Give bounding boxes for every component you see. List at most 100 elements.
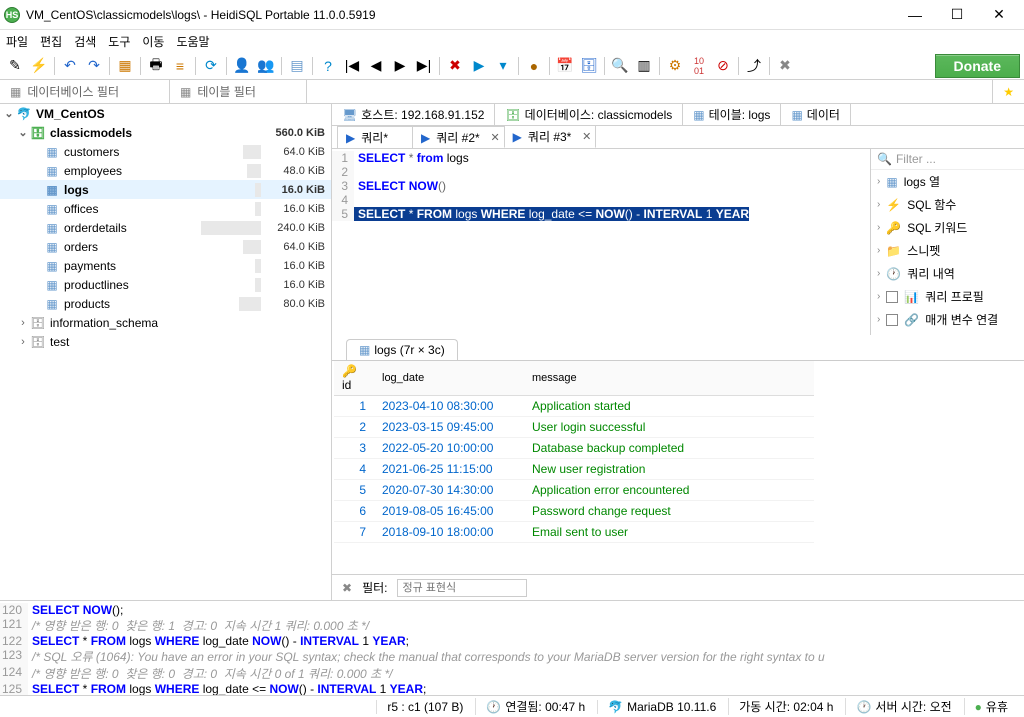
- result-row[interactable]: 42021-06-25 11:15:00New user registratio…: [334, 459, 814, 480]
- query-tab-1[interactable]: ▶쿼리*: [337, 126, 413, 148]
- menu-tools[interactable]: 도구: [108, 33, 130, 50]
- result-row[interactable]: 72018-09-10 18:00:00Email sent to user: [334, 522, 814, 543]
- calendar-icon[interactable]: 📅: [554, 55, 576, 77]
- prefs-icon[interactable]: ≡: [169, 55, 191, 77]
- toolbar: ✎ ⚡ ↶ ↷ ▦ 🖶 ≡ ⟳ 👤 👥 ▤ ? |◀ ◀ ▶ ▶| ✖ ▶ ▾ …: [0, 52, 1024, 80]
- prev-icon[interactable]: ◀: [365, 55, 387, 77]
- checkbox[interactable]: [886, 314, 898, 326]
- db-filter-tab[interactable]: ▦데이터베이스 필터: [0, 80, 170, 103]
- export-icon[interactable]: ⤴: [743, 55, 765, 77]
- stop-icon[interactable]: ⊘: [712, 55, 734, 77]
- pencil-icon[interactable]: ✎: [4, 55, 26, 77]
- table-icon: ▦: [44, 164, 60, 178]
- menu-goto[interactable]: 이동: [142, 33, 164, 50]
- query-tab-3[interactable]: ▶쿼리 #3*✕: [504, 125, 597, 148]
- redo-icon[interactable]: ↷: [83, 55, 105, 77]
- result-row[interactable]: 32022-05-20 10:00:00Database backup comp…: [334, 438, 814, 459]
- menu-search[interactable]: 검색: [74, 33, 96, 50]
- table-node[interactable]: ▦employees48.0 KiB: [0, 161, 331, 180]
- dot-icon[interactable]: ●: [523, 55, 545, 77]
- table-tab[interactable]: ▦테이블: logs: [683, 104, 781, 125]
- cursor-pos: r5 : c1 (107 B): [376, 700, 473, 714]
- rp-columns[interactable]: ›▦logs 열: [871, 170, 1024, 193]
- settings-icon[interactable]: ⚙: [664, 55, 686, 77]
- helper-filter[interactable]: 🔍Filter ...: [871, 149, 1024, 170]
- checkbox[interactable]: [886, 291, 898, 303]
- binary-icon[interactable]: 1001: [688, 55, 710, 77]
- database-node[interactable]: ⌄ 🗄 classicmodels 560.0 KiB: [0, 123, 331, 142]
- menu-file[interactable]: 파일: [6, 33, 28, 50]
- context-tabs: 🖥호스트: 192.168.91.152 🗄데이터베이스: classicmod…: [332, 104, 1024, 126]
- result-row[interactable]: 22023-03-15 09:45:00User login successfu…: [334, 417, 814, 438]
- minimize-button[interactable]: —: [894, 1, 936, 29]
- query-tab-2[interactable]: ▶쿼리 #2*✕: [412, 126, 505, 148]
- menu-edit[interactable]: 편집: [40, 33, 62, 50]
- undo-icon[interactable]: ↶: [59, 55, 81, 77]
- print-icon[interactable]: 🖶: [145, 55, 167, 77]
- users-icon[interactable]: 👥: [255, 55, 277, 77]
- database-tree[interactable]: ⌄ 🐬 VM_CentOS ⌄ 🗄 classicmodels 560.0 Ki…: [0, 104, 332, 600]
- filter-input[interactable]: [397, 579, 527, 597]
- rp-profile[interactable]: ›📊쿼리 프로필: [871, 285, 1024, 308]
- rp-keywords[interactable]: ›🔑SQL 키워드: [871, 216, 1024, 239]
- table-node[interactable]: ▦orders64.0 KiB: [0, 237, 331, 256]
- table-icon[interactable]: ▤: [286, 55, 308, 77]
- table-node[interactable]: ▦orderdetails240.0 KiB: [0, 218, 331, 237]
- db-icon[interactable]: 🗄: [578, 55, 600, 77]
- table-node[interactable]: ▦customers64.0 KiB: [0, 142, 331, 161]
- table-filter-tab[interactable]: ▦테이블 필터: [170, 80, 307, 103]
- rp-history[interactable]: ›🕐쿼리 내역: [871, 262, 1024, 285]
- columns-icon[interactable]: ▥: [633, 55, 655, 77]
- close-icon[interactable]: ✕: [490, 131, 499, 144]
- refresh-icon[interactable]: ⟳: [200, 55, 222, 77]
- first-icon[interactable]: |◀: [341, 55, 363, 77]
- table-icon: ▦: [359, 343, 370, 357]
- close-icon[interactable]: ✕: [582, 130, 591, 143]
- rp-params[interactable]: ›🔗매개 변수 연결: [871, 308, 1024, 331]
- cancel-icon[interactable]: ✖: [444, 55, 466, 77]
- data-tab[interactable]: ▦데이터: [781, 104, 850, 125]
- host-tab[interactable]: 🖥호스트: 192.168.91.152: [332, 104, 495, 125]
- result-row[interactable]: 12023-04-10 08:30:00Application started: [334, 396, 814, 417]
- rp-functions[interactable]: ›⚡SQL 함수: [871, 193, 1024, 216]
- table-node[interactable]: ▦offices16.0 KiB: [0, 199, 331, 218]
- help-icon[interactable]: ?: [317, 55, 339, 77]
- table-node[interactable]: ▦products80.0 KiB: [0, 294, 331, 313]
- result-tab-bar: ▦logs (7r × 3c): [332, 335, 1024, 360]
- last-icon[interactable]: ▶|: [413, 55, 435, 77]
- result-row[interactable]: 62019-08-05 16:45:00Password change requ…: [334, 501, 814, 522]
- server-node[interactable]: ⌄ 🐬 VM_CentOS: [0, 104, 331, 123]
- donate-button[interactable]: Donate: [935, 54, 1020, 78]
- rp-snippets[interactable]: ›📁스니펫: [871, 239, 1024, 262]
- table-icon: ▦: [693, 108, 704, 122]
- run-icon: ▶: [346, 131, 355, 145]
- layout-icon[interactable]: ▦: [114, 55, 136, 77]
- user-icon[interactable]: 👤: [231, 55, 253, 77]
- table-node[interactable]: ▦payments16.0 KiB: [0, 256, 331, 275]
- menu-help[interactable]: 도움말: [176, 33, 209, 50]
- favorite-icon[interactable]: ★: [992, 80, 1024, 103]
- maximize-button[interactable]: ☐: [936, 1, 978, 29]
- table-node[interactable]: ▦logs16.0 KiB: [0, 180, 331, 199]
- result-row[interactable]: 52020-07-30 14:30:00Application error en…: [334, 480, 814, 501]
- clear-icon[interactable]: ✖: [774, 55, 796, 77]
- test-node[interactable]: › 🗄 test: [0, 332, 331, 351]
- database-tab[interactable]: 🗄데이터베이스: classicmodels: [495, 104, 683, 125]
- result-grid[interactable]: 🔑 id log_date message 12023-04-10 08:30:…: [332, 360, 1024, 574]
- info-schema-node[interactable]: › 🗄 information_schema: [0, 313, 331, 332]
- clear-filter-icon[interactable]: ✖: [342, 581, 352, 595]
- close-button[interactable]: ✕: [978, 1, 1020, 29]
- lightning-icon[interactable]: ⚡: [28, 55, 50, 77]
- next-icon[interactable]: ▶: [389, 55, 411, 77]
- run-drop-icon[interactable]: ▾: [492, 55, 514, 77]
- table-node[interactable]: ▦productlines16.0 KiB: [0, 275, 331, 294]
- zoom-icon[interactable]: 🔍: [609, 55, 631, 77]
- table-icon: ▦: [44, 145, 60, 159]
- helper-panel: 🔍Filter ... ›▦logs 열 ›⚡SQL 함수 ›🔑SQL 키워드 …: [870, 149, 1024, 335]
- result-tab[interactable]: ▦logs (7r × 3c): [346, 339, 458, 360]
- host-icon: 🖥: [342, 108, 357, 122]
- run-icon[interactable]: ▶: [468, 55, 490, 77]
- log-panel[interactable]: 120SELECT NOW();121/* 영향 받은 행: 0 찾은 행: 1…: [0, 600, 1024, 695]
- filter-bar: ▦데이터베이스 필터 ▦테이블 필터 ★: [0, 80, 1024, 104]
- sql-editor[interactable]: 1SELECT * from logs 2 3SELECT NOW() 4 5S…: [332, 149, 870, 335]
